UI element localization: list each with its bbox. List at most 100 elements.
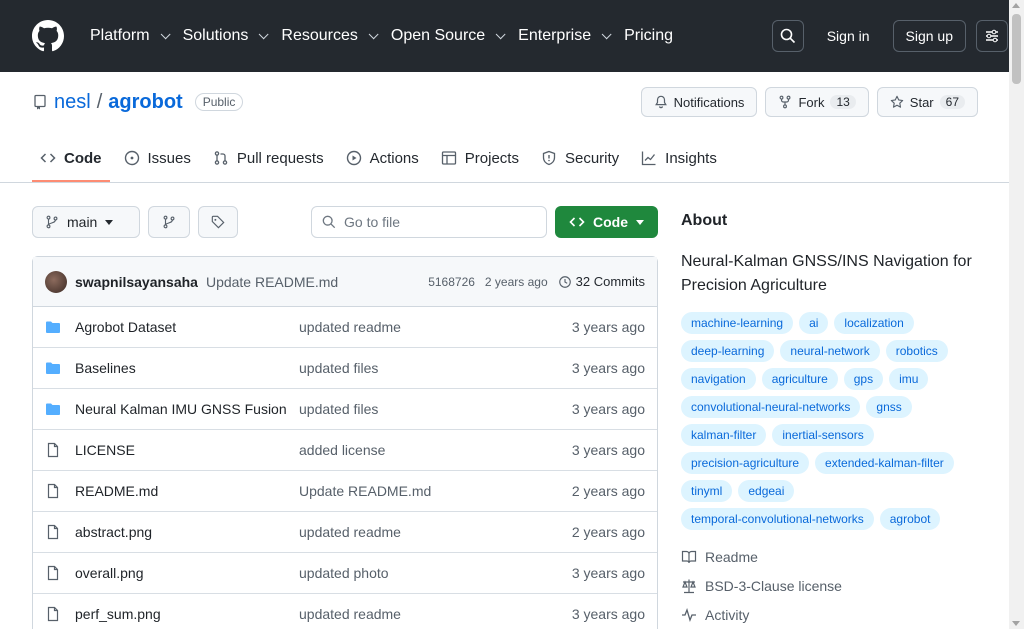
file-commit-message-link[interactable]: updated readme bbox=[299, 524, 535, 540]
latest-commit-row: swapnilsayansaha Update README.md 516872… bbox=[33, 257, 657, 307]
topic-tag[interactable]: convolutional-neural-networks bbox=[681, 396, 861, 418]
scrollbar-thumb[interactable] bbox=[1012, 14, 1021, 84]
file-commit-message-link[interactable]: updated readme bbox=[299, 319, 535, 335]
scroll-up-icon[interactable] bbox=[1012, 3, 1020, 8]
file-commit-message-link[interactable]: added license bbox=[299, 442, 535, 458]
activity-link[interactable]: Activity bbox=[681, 600, 981, 629]
file-commit-date[interactable]: 3 years ago bbox=[572, 606, 645, 622]
topic-tag[interactable]: ai bbox=[799, 312, 829, 334]
file-name-link[interactable]: perf_sum.png bbox=[75, 606, 299, 622]
sign-in-link[interactable]: Sign in bbox=[814, 20, 883, 52]
topic-tag[interactable]: kalman-filter bbox=[681, 424, 767, 446]
file-commit-message-link[interactable]: updated files bbox=[299, 401, 535, 417]
tab-pull-requests[interactable]: Pull requests bbox=[205, 138, 332, 178]
branches-button[interactable] bbox=[148, 206, 190, 238]
commits-history-link[interactable]: 32 Commits bbox=[558, 274, 645, 289]
file-commit-message-link[interactable]: updated readme bbox=[299, 606, 535, 622]
file-name-link[interactable]: Agrobot Dataset bbox=[75, 319, 299, 335]
github-logo-icon[interactable] bbox=[32, 20, 64, 52]
folder-icon bbox=[45, 319, 75, 335]
topic-tag[interactable]: imu bbox=[889, 368, 929, 390]
nav-platform[interactable]: Platform bbox=[82, 19, 175, 53]
scroll-down-icon[interactable] bbox=[1012, 621, 1020, 626]
folder-icon bbox=[45, 360, 75, 376]
file-commit-date[interactable]: 3 years ago bbox=[572, 319, 645, 335]
settings-sliders-button[interactable] bbox=[976, 20, 1008, 52]
code-button-label: Code bbox=[593, 214, 628, 230]
file-commit-date[interactable]: 3 years ago bbox=[572, 360, 645, 376]
tab-security[interactable]: Security bbox=[533, 138, 627, 178]
file-commit-message-link[interactable]: updated photo bbox=[299, 565, 535, 581]
topic-tag[interactable]: extended-kalman-filter bbox=[815, 452, 954, 474]
sign-up-button[interactable]: Sign up bbox=[892, 20, 966, 52]
topic-tag[interactable]: machine-learning bbox=[681, 312, 794, 334]
fork-button[interactable]: Fork 13 bbox=[765, 87, 869, 117]
repo-owner-link[interactable]: nesl bbox=[54, 91, 91, 114]
nav-pricing[interactable]: Pricing bbox=[616, 19, 681, 53]
topic-tag[interactable]: agrobot bbox=[879, 508, 941, 530]
file-commit-date[interactable]: 2 years ago bbox=[572, 524, 645, 540]
file-commit-message-link[interactable]: Update README.md bbox=[299, 483, 535, 499]
file-name-link[interactable]: Neural Kalman IMU GNSS Fusion bbox=[75, 401, 299, 417]
topic-tag[interactable]: deep-learning bbox=[681, 340, 775, 362]
search-button[interactable] bbox=[771, 20, 804, 52]
tags-button[interactable] bbox=[198, 206, 238, 238]
topic-tag[interactable]: robotics bbox=[885, 340, 948, 362]
topic-tag[interactable]: gps bbox=[843, 368, 884, 390]
topic-tag[interactable]: inertial-sensors bbox=[772, 424, 874, 446]
star-button[interactable]: Star 67 bbox=[876, 87, 978, 117]
tab-issues[interactable]: Issues bbox=[116, 138, 199, 178]
file-commit-date[interactable]: 3 years ago bbox=[572, 565, 645, 581]
topic-tag[interactable]: navigation bbox=[681, 368, 756, 390]
repo-header: nesl / agrobot Public Notifications Fork… bbox=[32, 86, 978, 118]
file-name-link[interactable]: Baselines bbox=[75, 360, 299, 376]
file-name-link[interactable]: LICENSE bbox=[75, 442, 299, 458]
nav-solutions[interactable]: Solutions bbox=[175, 19, 274, 53]
nav-open-source[interactable]: Open Source bbox=[383, 19, 510, 53]
go-to-file-input[interactable]: Go to file bbox=[311, 206, 547, 238]
file-name-link[interactable]: overall.png bbox=[75, 565, 299, 581]
tab-projects-label: Projects bbox=[464, 149, 519, 167]
commit-author-link[interactable]: swapnilsayansaha bbox=[75, 274, 198, 290]
notifications-button[interactable]: Notifications bbox=[640, 87, 758, 117]
commit-message-link[interactable]: Update README.md bbox=[206, 274, 338, 290]
commit-age: 2 years ago bbox=[484, 274, 548, 289]
nav-enterprise[interactable]: Enterprise bbox=[510, 19, 616, 53]
tab-insights[interactable]: Insights bbox=[633, 138, 725, 178]
play-circle-icon bbox=[346, 150, 361, 166]
avatar[interactable] bbox=[45, 270, 67, 293]
topic-tag[interactable]: localization bbox=[834, 312, 914, 334]
readme-link[interactable]: Readme bbox=[681, 542, 981, 571]
license-link[interactable]: BSD-3-Clause license bbox=[681, 571, 981, 600]
file-commit-message-link[interactable]: updated files bbox=[299, 360, 535, 376]
tab-actions-label: Actions bbox=[369, 149, 419, 167]
topic-tag[interactable]: gnss bbox=[866, 396, 912, 418]
tab-actions[interactable]: Actions bbox=[338, 138, 427, 178]
sliders-icon bbox=[986, 29, 998, 43]
file-commit-date[interactable]: 2 years ago bbox=[572, 483, 645, 499]
code-download-button[interactable]: Code bbox=[555, 206, 658, 238]
tab-projects[interactable]: Projects bbox=[433, 138, 527, 178]
file-commit-date[interactable]: 3 years ago bbox=[572, 442, 645, 458]
file-name-link[interactable]: README.md bbox=[75, 483, 299, 499]
tag-icon bbox=[211, 215, 225, 229]
chevron-down-icon bbox=[160, 28, 171, 39]
topic-tag[interactable]: agriculture bbox=[761, 368, 838, 390]
file-name-link[interactable]: abstract.png bbox=[75, 524, 299, 540]
page-scrollbar[interactable] bbox=[1009, 0, 1024, 629]
nav-resources[interactable]: Resources bbox=[273, 19, 382, 53]
topic-tag[interactable]: temporal-convolutional-networks bbox=[681, 508, 874, 530]
license-label: BSD-3-Clause license bbox=[705, 577, 842, 594]
repo-name-link[interactable]: agrobot bbox=[108, 91, 182, 114]
chevron-down-icon bbox=[368, 28, 379, 39]
file-list: Agrobot Dataset updated readme 3 years ago… bbox=[33, 307, 657, 629]
topic-tag[interactable]: precision-agriculture bbox=[681, 452, 810, 474]
commit-hash-link[interactable]: 5168726 bbox=[428, 275, 475, 289]
activity-label: Activity bbox=[705, 606, 750, 623]
tab-code[interactable]: Code bbox=[32, 138, 110, 182]
topic-tag[interactable]: neural-network bbox=[780, 340, 880, 362]
topic-tag[interactable]: tinyml bbox=[681, 480, 733, 502]
topic-tag[interactable]: edgeai bbox=[738, 480, 795, 502]
file-commit-date[interactable]: 3 years ago bbox=[572, 401, 645, 417]
branch-selector[interactable]: main bbox=[32, 206, 140, 238]
